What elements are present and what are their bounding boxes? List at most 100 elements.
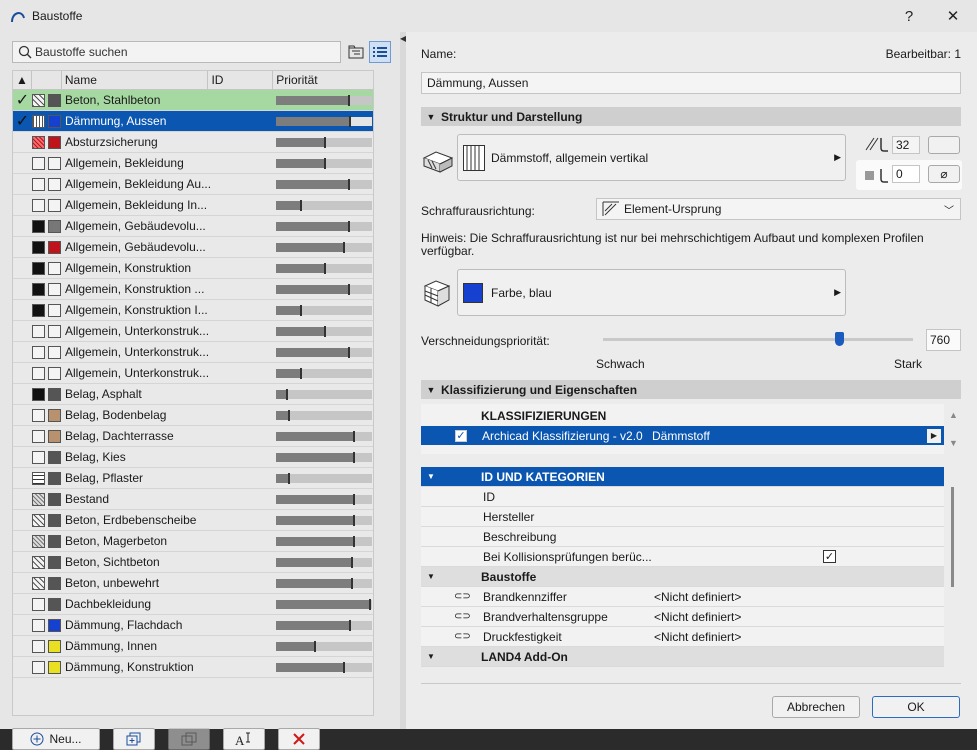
tree-scrollbar[interactable] — [951, 487, 954, 587]
section-structure[interactable]: ▼ Struktur und Darstellung — [421, 107, 961, 126]
fill-pen-color-button[interactable] — [928, 136, 960, 154]
cut-fill-selector[interactable]: Dämmstoff, allgemein vertikal ▶ — [457, 134, 846, 181]
folder-view-button[interactable] — [345, 41, 367, 63]
list-item[interactable]: Beton, Magerbeton — [13, 531, 373, 552]
transparent-toggle-button[interactable]: ⌀ — [928, 165, 960, 183]
close-button[interactable]: ✕ — [934, 3, 972, 29]
priority-slider-thumb[interactable] — [834, 332, 844, 346]
section-classification[interactable]: ▼ Klassifizierung und Eigenschaften — [421, 380, 961, 399]
empty-set-icon: ⌀ — [940, 167, 948, 181]
column-id[interactable]: ID — [208, 71, 274, 89]
priority-value-field[interactable]: 760 — [926, 329, 961, 351]
tree-row-collision[interactable]: Bei Kollisionsprüfungen berüc... ✓ — [421, 547, 944, 567]
list-item[interactable]: Allgemein, Bekleidung — [13, 153, 373, 174]
editable-count: Bearbeitbar: 1 — [885, 47, 961, 61]
list-item[interactable]: Belag, Kies — [13, 447, 373, 468]
fill-swatch — [32, 618, 45, 632]
section-classification-title: Klassifizierung und Eigenschaften — [441, 382, 638, 397]
scroll-down-icon[interactable]: ▼ — [949, 438, 958, 448]
list-item[interactable]: Allgemein, Konstruktion ... — [13, 279, 373, 300]
tree-header-id[interactable]: ▼ ID UND KATEGORIEN — [421, 467, 944, 487]
material-name: Allgemein, Bekleidung Au... — [65, 177, 210, 191]
list-item[interactable]: Belag, Asphalt — [13, 384, 373, 405]
priority-bar-fill — [276, 179, 348, 189]
list-item[interactable]: Beton, Erdbebenscheibe — [13, 510, 373, 531]
classification-row[interactable]: ✓ Archicad Klassifizierung - v2.0 Dämmst… — [421, 426, 944, 445]
surface-selector[interactable]: Farbe, blau ▶ — [457, 269, 846, 316]
list-item[interactable]: Allgemein, Bekleidung In... — [13, 195, 373, 216]
scroll-up-icon[interactable]: ▲ — [949, 410, 958, 420]
list-item[interactable]: Belag, Bodenbelag — [13, 405, 373, 426]
priority-bar — [276, 535, 372, 547]
priority-bar — [276, 178, 372, 190]
duplicate-icon — [126, 732, 141, 746]
list-item[interactable]: Allgemein, Unterkonstruk... — [13, 363, 373, 384]
cancel-button[interactable]: Abbrechen — [772, 696, 860, 718]
name-field[interactable]: Dämmung, Aussen — [421, 72, 961, 94]
delete-x-icon — [293, 733, 305, 745]
solid-black-swatch — [32, 219, 45, 233]
priority-bar-fill — [276, 536, 353, 546]
pen-icon — [865, 137, 888, 152]
list-item[interactable]: Beton, Sichtbeton — [13, 552, 373, 573]
priority-slider-track[interactable] — [603, 338, 913, 341]
list-item[interactable]: Allgemein, Unterkonstruk... — [13, 321, 373, 342]
list-item[interactable]: Allgemein, Gebäudevolu... — [13, 237, 373, 258]
priority-bar-fill — [276, 116, 349, 126]
hatch-orientation-value: Element-Ursprung — [624, 202, 722, 216]
list-item[interactable]: Allgemein, Konstruktion I... — [13, 300, 373, 321]
tree-row-druckfestigkeit[interactable]: ⊂⊃ Druckfestigkeit <Nicht definiert> — [421, 627, 944, 647]
tree-row-id[interactable]: ID — [421, 487, 944, 507]
list-item[interactable]: Absturzsicherung — [13, 132, 373, 153]
hatch-orientation-select[interactable]: Element-Ursprung ﹀ — [596, 198, 961, 220]
list-item[interactable]: Beton, unbewehrt — [13, 573, 373, 594]
collision-checkbox[interactable]: ✓ — [823, 550, 836, 563]
list-item[interactable]: Allgemein, Unterkonstruk... — [13, 342, 373, 363]
duplicate-button[interactable] — [113, 728, 155, 750]
tree-row-description[interactable]: Beschreibung — [421, 527, 944, 547]
list-item[interactable]: Belag, Pflaster — [13, 468, 373, 489]
priority-bar — [276, 220, 372, 232]
tree-row-brandverhalten[interactable]: ⊂⊃ Brandverhaltensgruppe <Nicht definier… — [421, 607, 944, 627]
list-item[interactable]: Allgemein, Gebäudevolu... — [13, 216, 373, 237]
priority-bar — [276, 283, 372, 295]
tree-row-brandkennziffer-value: <Nicht definiert> — [654, 589, 742, 604]
sort-indicator[interactable]: ▲ — [13, 71, 32, 89]
checkmark-icon — [13, 531, 32, 552]
list-item[interactable]: Bestand — [13, 489, 373, 510]
priority-bar-marker — [350, 577, 353, 589]
fill-pen-field[interactable]: 32 — [892, 136, 920, 154]
column-priority[interactable]: Priorität — [273, 71, 373, 89]
tree-row-brandkennziffer[interactable]: ⊂⊃ Brandkennziffer <Nicht definiert> — [421, 587, 944, 607]
dotted-swatch — [32, 534, 45, 548]
background-pen-field[interactable]: 0 — [892, 165, 920, 183]
list-item[interactable]: Dämmung, Konstruktion — [13, 657, 373, 678]
list-item[interactable]: Belag, Dachterrasse — [13, 426, 373, 447]
import-button[interactable] — [168, 728, 210, 750]
list-item[interactable]: ✓ Dämmung, Aussen — [13, 111, 373, 132]
list-item[interactable]: Dämmung, Flachdach — [13, 615, 373, 636]
list-item[interactable]: Allgemein, Bekleidung Au... — [13, 174, 373, 195]
tree-group-baustoffe[interactable]: ▼ Baustoffe — [421, 567, 944, 587]
tree-group-land4[interactable]: ▼ LAND4 Add-On — [421, 647, 944, 667]
color-swatch — [48, 555, 61, 569]
new-button[interactable]: Neu... — [12, 728, 100, 750]
list-item[interactable]: Allgemein, Konstruktion — [13, 258, 373, 279]
list-item[interactable]: Dachbekleidung — [13, 594, 373, 615]
list-item[interactable]: Dämmung, Innen — [13, 636, 373, 657]
help-button[interactable]: ? — [890, 3, 928, 29]
list-view-button[interactable] — [369, 41, 391, 63]
delete-button[interactable] — [278, 728, 320, 750]
material-name: Allgemein, Gebäudevolu... — [65, 240, 206, 254]
classification-arrow-icon[interactable]: ▶ — [927, 428, 941, 443]
list-item[interactable]: ✓ Beton, Stahlbeton — [13, 90, 373, 111]
priority-bar — [276, 409, 372, 421]
search-input[interactable]: Baustoffe suchen — [12, 41, 341, 63]
classification-checkbox[interactable]: ✓ — [455, 429, 467, 442]
color-swatch — [48, 261, 61, 275]
ok-button[interactable]: OK — [872, 696, 960, 718]
column-name[interactable]: Name — [62, 71, 209, 89]
hatch-orientation-label: Schraffurausrichtung: — [421, 204, 535, 218]
rename-button[interactable]: A — [223, 728, 265, 750]
tree-row-manufacturer[interactable]: Hersteller — [421, 507, 944, 527]
